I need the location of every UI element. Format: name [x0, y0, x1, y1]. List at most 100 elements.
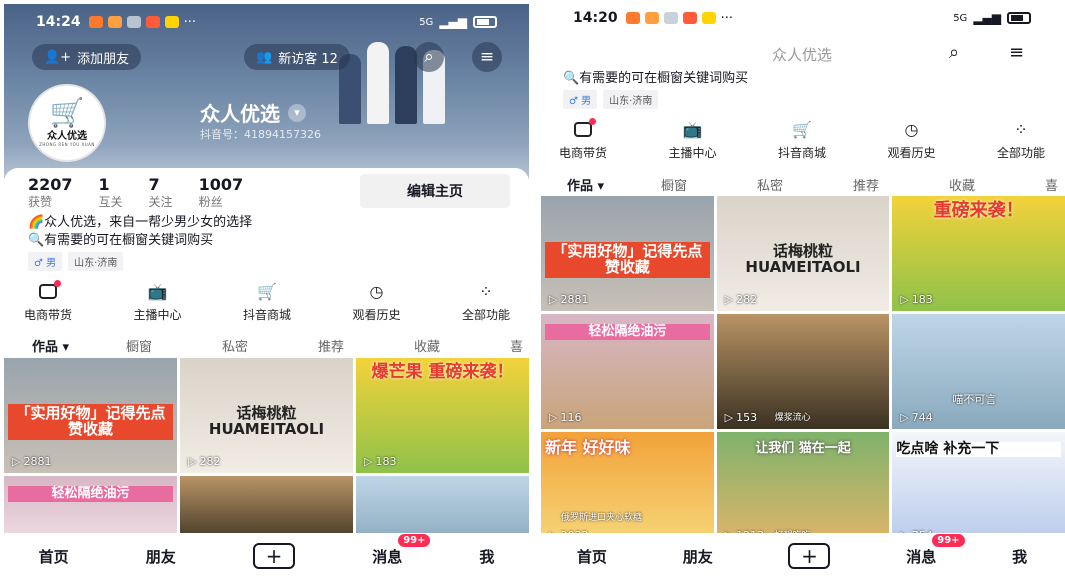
feature-streamer-center[interactable]: 📺 主播中心: [668, 120, 716, 161]
feature-ecommerce[interactable]: 电商带货: [24, 280, 72, 323]
tab-favorites[interactable]: 收藏: [949, 175, 1045, 194]
video-tile[interactable]: 「实用好物」记得先点赞收藏 ▷ 2881: [4, 358, 177, 473]
menu-icon: ≡: [479, 47, 495, 67]
video-tile[interactable]: 轻松隔绝油污 ▷ 116: [541, 314, 714, 429]
battery-icon: [1007, 12, 1031, 24]
tab-recommend[interactable]: 推荐: [318, 336, 414, 355]
stat-following[interactable]: 7 关注: [149, 176, 173, 210]
signal-icon: 5G: [419, 16, 434, 28]
status-bar: 14:20 ··· 5G ▂▄▆: [539, 0, 1065, 36]
content-tabs: 作品 ▾ 橱窗 私密 推荐 收藏 喜: [32, 336, 532, 361]
status-time: 14:24: [36, 14, 81, 30]
create-button[interactable]: +: [253, 543, 295, 569]
page-title: 众人优选: [771, 46, 832, 64]
search-icon[interactable]: ⌕: [949, 42, 959, 63]
cart-logo-icon: 🛒: [49, 96, 85, 129]
search-icon: ⌕: [424, 47, 434, 67]
menu-button[interactable]: ≡: [472, 42, 502, 72]
douyin-id[interactable]: 抖音号：41894157326: [200, 126, 321, 142]
status-notification-icons: ···: [625, 11, 733, 26]
tab-recommend[interactable]: 推荐: [853, 175, 949, 194]
video-tile[interactable]: 吃点啥 补充一下 ▷754: [892, 432, 1065, 547]
video-tile[interactable]: ▷ 744 喵不可言: [892, 314, 1065, 429]
video-tile[interactable]: 爆芒果 重磅来袭！ ▷ 183: [356, 358, 529, 473]
tab-showcase[interactable]: 橱窗: [126, 336, 222, 355]
play-icon: ▷: [188, 455, 197, 468]
feature-streamer-center[interactable]: 📺 主播中心: [133, 282, 181, 323]
plus-icon: +: [265, 544, 283, 568]
tab-showcase[interactable]: 橱窗: [661, 175, 757, 194]
video-tile[interactable]: 「实用好物」记得先点赞收藏 ▷ 2881: [541, 196, 714, 311]
feature-mall[interactable]: 🛒 抖音商城: [243, 282, 291, 323]
cart-icon: 🛒: [257, 282, 277, 301]
profile-stats: 2207 获赞 1 互关 7 关注 1007 粉丝: [28, 176, 243, 210]
status-right: 5G ▂▄▆: [953, 11, 1031, 25]
nav-friends[interactable]: 朋友: [146, 546, 176, 567]
feature-all[interactable]: ⁘ 全部功能: [462, 282, 510, 323]
bio-line-2: 🔍有需要的可在橱窗关键词购买: [563, 71, 749, 86]
tab-private[interactable]: 私密: [757, 175, 853, 194]
chevron-down-icon: ▾: [288, 103, 306, 122]
play-icon: ▷: [724, 293, 734, 306]
video-tile[interactable]: 新年 好好味 ▷2032 俄罗斯进口夹心软糖: [541, 432, 714, 547]
play-icon: ▷: [549, 293, 558, 306]
video-tile[interactable]: 话梅桃粒 HUAMEITAOLI ▷ 282: [180, 358, 353, 473]
feature-history[interactable]: ◷ 观看历史: [352, 282, 400, 323]
bio-line-1: 🌈众人优选，来自一帮少男少女的选择: [28, 215, 253, 230]
play-icon: ▷: [364, 455, 373, 468]
bio: 🌈众人优选，来自一帮少男少女的选择 🔍有需要的可在橱窗关键词购买: [28, 214, 252, 250]
cart-icon: 🛒: [792, 120, 812, 139]
stat-mutual[interactable]: 1 互关: [99, 176, 123, 210]
nav-friends[interactable]: 朋友: [683, 546, 713, 567]
tab-works[interactable]: 作品 ▾: [567, 175, 661, 200]
nav-me[interactable]: 我: [1012, 546, 1027, 567]
nav-messages[interactable]: 消息 99+: [372, 533, 431, 567]
video-tile[interactable]: ▷ 153 爆浆流心: [716, 314, 890, 429]
nav-home[interactable]: 首页: [39, 546, 69, 567]
avatar[interactable]: 🛒 众人优选 ZHONG REN YOU XUAN: [28, 84, 106, 162]
nav-home[interactable]: 首页: [577, 546, 607, 567]
play-icon: ▷: [12, 455, 21, 468]
signal-bars-icon: ▂▄▆: [973, 11, 1001, 25]
stat-followers[interactable]: 1007 粉丝: [199, 176, 244, 210]
tab-likes[interactable]: 喜: [1045, 175, 1065, 194]
video-tile[interactable]: 让我们 猫在一起 ▷1213 好想吃吃: [716, 432, 890, 547]
nav-me[interactable]: 我: [479, 546, 494, 567]
video-tile[interactable]: 重磅来袭！ ▷ 183: [892, 196, 1065, 311]
menu-icon[interactable]: ≡: [1009, 42, 1024, 63]
video-grid: 「实用好物」记得先点赞收藏 ▷ 2881 话梅桃粒 HUAMEITAOLI ▷ 28…: [541, 196, 1065, 547]
bio-line-2: 🔍有需要的可在橱窗关键词购买: [28, 233, 214, 248]
play-icon: ▷: [724, 411, 734, 424]
tab-likes[interactable]: 喜: [510, 336, 530, 355]
video-tile[interactable]: 话梅桃粒 HUAMEITAOLI ▷ 282: [716, 196, 890, 311]
tab-private[interactable]: 私密: [222, 336, 318, 355]
profile-screen-right: 14:20 ··· 5G ▂▄▆ 众人优选 ⌕ ≡ 🔍有需要的可在橱窗关键词购买…: [533, 0, 1065, 579]
feature-mall[interactable]: 🛒 抖音商城: [778, 120, 826, 161]
bottom-nav: 首页 朋友 + 消息 99+ 我: [539, 533, 1065, 579]
unread-badge: 99+: [932, 533, 965, 547]
clock-icon: ◷: [904, 120, 919, 139]
status-notification-icons: ···: [88, 15, 196, 30]
status-time: 14:20: [573, 10, 618, 26]
nav-messages[interactable]: 消息 99+: [906, 533, 965, 567]
new-visitors-button[interactable]: 👥 新访客 12: [244, 44, 350, 70]
edit-profile-button[interactable]: 编辑主页: [360, 174, 510, 208]
profile-name[interactable]: 众人优选 ▾: [200, 98, 306, 127]
tab-works[interactable]: 作品 ▾: [32, 336, 126, 361]
stat-likes[interactable]: 2207 获赞: [28, 176, 73, 210]
feature-row: 电商带货 📺 主播中心 🛒 抖音商城 ◷ 观看历史 ⁘ 全部功能: [24, 280, 510, 323]
feature-all[interactable]: ⁘ 全部功能: [997, 120, 1045, 161]
tab-favorites[interactable]: 收藏: [414, 336, 510, 355]
location-tag: 山东·济南: [603, 90, 659, 109]
add-friend-button[interactable]: 👤+ 添加朋友: [32, 44, 142, 70]
visitors-icon: 👥: [256, 49, 273, 65]
feature-ecommerce[interactable]: 电商带货: [559, 118, 607, 161]
feature-history[interactable]: ◷ 观看历史: [887, 120, 935, 161]
search-button[interactable]: ⌕: [414, 42, 444, 72]
content-tabs: 作品 ▾ 橱窗 私密 推荐 收藏 喜: [567, 175, 1065, 200]
bottom-nav: 首页 朋友 + 消息 99+ 我: [0, 533, 533, 579]
grid-icon: ⁘: [1014, 120, 1028, 139]
create-button[interactable]: +: [788, 543, 831, 569]
tv-icon: 📺: [682, 120, 703, 139]
status-bar: 14:24 ··· 5G ▂▄▆: [4, 4, 529, 40]
